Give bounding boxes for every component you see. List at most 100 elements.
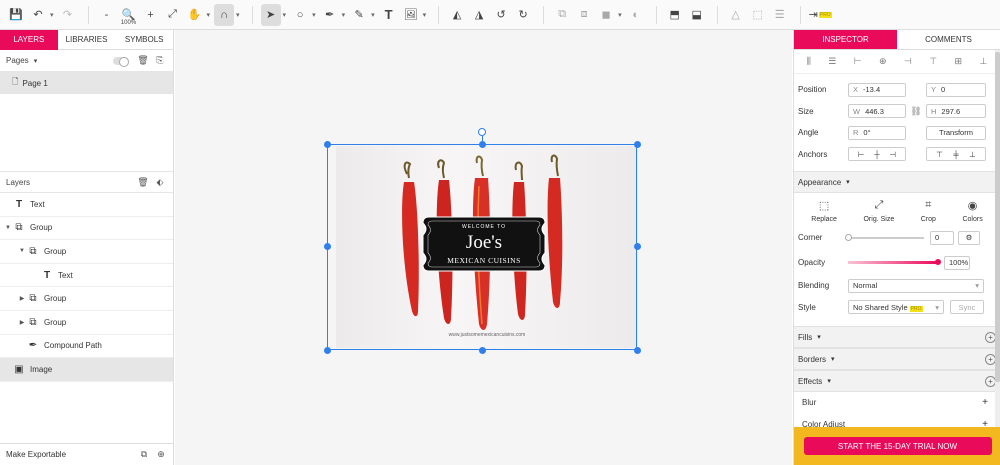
hand-dropdown-icon[interactable]: ▾	[207, 11, 211, 19]
add-page-icon[interactable]: ⎘	[153, 55, 167, 66]
fit-icon[interactable]: ⤢	[163, 4, 183, 26]
borders-header[interactable]: Borders ▾ +	[794, 348, 1000, 370]
add-export-icon[interactable]: ⊕	[154, 449, 168, 460]
align-left-icon[interactable]: ⊢	[854, 56, 862, 67]
image-tool-icon[interactable]: 🖼	[401, 4, 421, 26]
text-tool-icon[interactable]: T	[379, 4, 399, 26]
shape-dropdown-icon[interactable]: ▾	[312, 11, 316, 19]
mask-icon[interactable]: ◐	[626, 4, 646, 26]
opacity-field[interactable]: 100%	[944, 255, 970, 270]
page-item[interactable]: 🗋 Page 1	[0, 72, 173, 94]
distribute-horizontal-icon[interactable]: ⫼	[807, 56, 811, 67]
transform-button[interactable]: Transform	[926, 125, 986, 140]
resize-handle[interactable]	[633, 242, 641, 250]
zoom-in-icon[interactable]: +	[141, 4, 161, 26]
start-trial-button[interactable]: START THE 15-DAY TRIAL NOW	[803, 437, 992, 455]
anchor-left-icon[interactable]: ⊢	[858, 150, 865, 159]
selection-box[interactable]	[327, 144, 637, 350]
align-right-icon[interactable]: ⊣	[904, 56, 912, 67]
image-dropdown-icon[interactable]: ▾	[423, 11, 427, 19]
pointer-dropdown-icon[interactable]: ▾	[283, 11, 287, 19]
corner-field[interactable]: 0	[930, 230, 954, 245]
rotate-left-icon[interactable]: ↺	[491, 4, 511, 26]
anchor-top-icon[interactable]: ⊤	[936, 150, 943, 159]
opacity-slider[interactable]	[848, 259, 941, 265]
original-size-button[interactable]: ⤢ Orig. Size	[863, 199, 894, 223]
anchor-middle-icon[interactable]: ╪	[953, 150, 958, 159]
resize-handle[interactable]	[633, 346, 641, 354]
layer-row[interactable]: ▶ ⧉ Group	[0, 287, 173, 311]
fills-header[interactable]: Fills ▾ +	[794, 326, 1000, 348]
hand-icon[interactable]: ✋	[185, 4, 205, 26]
zoom-out-icon[interactable]: -	[97, 4, 117, 26]
magnet-icon[interactable]: ∩	[214, 3, 235, 26]
pen-dropdown-icon[interactable]: ▾	[342, 11, 346, 19]
layer-row[interactable]: T Text	[0, 264, 173, 288]
corner-settings-icon[interactable]: ⚙	[958, 230, 980, 245]
pointer-icon[interactable]: ➤	[260, 3, 281, 26]
resize-handle[interactable]	[323, 346, 331, 354]
y-field[interactable]: Y0	[926, 82, 986, 97]
collapsed-arrow-icon[interactable]: ▶	[18, 319, 26, 326]
make-exportable-label[interactable]: Make Exportable	[6, 450, 134, 459]
anchor-center-icon[interactable]: ┼	[874, 150, 879, 159]
layer-row[interactable]: ▣ Image	[0, 358, 173, 382]
boolean-dropdown-icon[interactable]: ▾	[618, 11, 622, 19]
rotate-handle[interactable]	[478, 128, 486, 136]
canvas[interactable]: WELCOME TO Joe's MEXICAN CUISINS www.jus…	[175, 30, 792, 465]
export-settings-icon[interactable]: ⧉	[137, 449, 151, 460]
add-layer-icon[interactable]: ⬖	[153, 177, 167, 188]
group-tool-icon[interactable]: ⧉	[552, 4, 572, 26]
corner-slider-knob[interactable]	[845, 233, 852, 241]
crop-button[interactable]: ⌗ Crop	[921, 199, 936, 223]
align-bottom-icon[interactable]: ⊥	[979, 56, 987, 67]
align-center-icon[interactable]: ⊕	[879, 56, 887, 67]
anchor-bottom-icon[interactable]: ⊥	[969, 150, 976, 159]
distribute-icon[interactable]: ☰	[770, 4, 790, 26]
height-field[interactable]: H 297.6	[926, 104, 986, 119]
tab-layers[interactable]: LAYERS	[0, 30, 58, 50]
snap-dropdown-icon[interactable]: ▾	[236, 11, 240, 19]
appearance-header[interactable]: Appearance ▾	[794, 171, 1000, 193]
ungroup-icon[interactable]: ⧈	[574, 4, 594, 26]
pencil-dropdown-icon[interactable]: ▾	[371, 11, 375, 19]
send-backward-icon[interactable]: ⬓	[687, 4, 707, 26]
path-icon[interactable]: ⬚	[748, 4, 768, 26]
tab-inspector[interactable]: INSPECTOR	[794, 30, 897, 50]
expanded-arrow-icon[interactable]: ▼	[18, 248, 26, 254]
x-field[interactable]: X -13.4	[848, 82, 906, 97]
distribute-vertical-icon[interactable]: ☰	[828, 56, 836, 67]
layer-row[interactable]: ▶ ⧉ Group	[0, 311, 173, 335]
align-middle-icon[interactable]: ⊞	[954, 56, 962, 67]
opacity-slider-knob[interactable]	[935, 259, 941, 265]
blur-row[interactable]: Blur +	[794, 392, 1000, 414]
lock-ratio-icon[interactable]: ⛓	[906, 106, 926, 117]
undo-icon[interactable]: ↶	[28, 4, 48, 26]
redo-icon[interactable]: ↷	[58, 4, 78, 26]
resize-handle[interactable]	[323, 242, 331, 250]
zoom-icon[interactable]: 🔍 100%	[119, 4, 139, 26]
ellipse-icon[interactable]: ○	[290, 4, 310, 26]
resize-handle[interactable]	[633, 140, 641, 148]
outline-icon[interactable]: △	[726, 4, 746, 26]
sync-button[interactable]: Sync	[950, 300, 984, 315]
shared-style-select[interactable]: No Shared Style PRO ▾	[848, 300, 944, 315]
anchor-right-icon[interactable]: ⊣	[890, 150, 897, 159]
width-field[interactable]: W 446.3	[848, 104, 906, 119]
pages-dropdown-icon[interactable]: ▾	[34, 57, 38, 65]
expanded-arrow-icon[interactable]: ▼	[4, 225, 12, 231]
layer-row[interactable]: ▼ ⧉ Group	[0, 240, 173, 264]
trash-icon[interactable]: 🗑	[136, 177, 150, 188]
save-icon[interactable]: 💾	[6, 4, 26, 26]
corner-slider[interactable]	[845, 233, 924, 241]
replace-button[interactable]: ⬚ Replace	[811, 199, 837, 223]
collapsed-arrow-icon[interactable]: ▶	[18, 295, 26, 302]
pen-icon[interactable]: ✒	[320, 4, 340, 26]
flip-horizontal-icon[interactable]: ◭	[447, 4, 467, 26]
rotation-field[interactable]: R 0°	[848, 125, 906, 140]
tab-symbols[interactable]: SYMBOLS	[115, 30, 174, 50]
resize-handle[interactable]	[478, 346, 486, 354]
tab-comments[interactable]: COMMENTS	[897, 30, 1000, 50]
flip-vertical-icon[interactable]: ◮	[469, 4, 489, 26]
undo-dropdown-icon[interactable]: ▾	[50, 11, 54, 19]
